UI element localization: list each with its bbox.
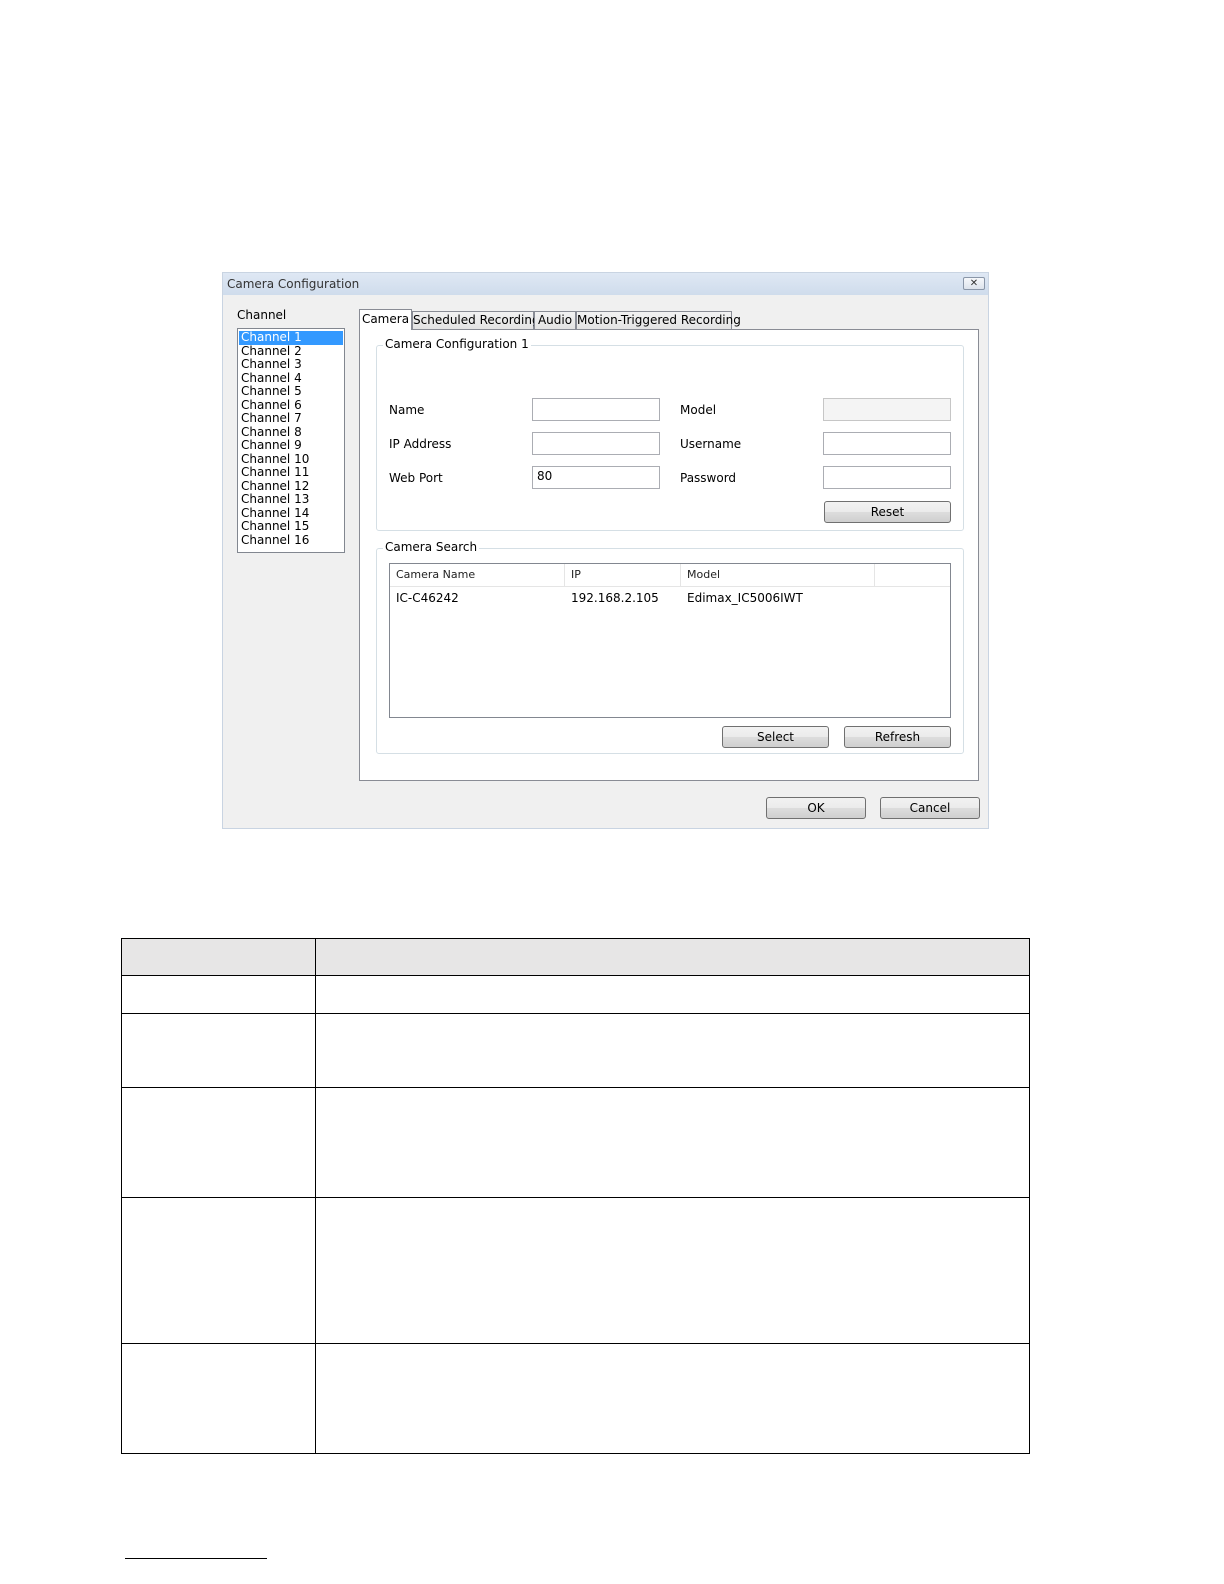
channel-item[interactable]: Channel 13	[239, 492, 343, 507]
channel-item[interactable]: Channel 12	[239, 479, 343, 494]
channel-list[interactable]: Channel 1 Channel 2 Channel 3 Channel 4 …	[237, 328, 345, 553]
list-header: Camera Name IP Model	[390, 564, 950, 587]
tab-motion-triggered-recording[interactable]: Motion-Triggered Recording	[576, 311, 741, 329]
close-button[interactable]: ✕	[963, 277, 985, 290]
camera-configuration-dialog: Camera Configuration ✕ Channel Channel 1…	[222, 272, 989, 829]
ip-address-field[interactable]	[532, 432, 660, 455]
channel-item[interactable]: Channel 10	[239, 452, 343, 467]
table-row	[122, 1198, 1029, 1344]
channel-item[interactable]: Channel 16	[239, 533, 343, 548]
channel-item[interactable]: Channel 8	[239, 425, 343, 440]
table-row	[122, 976, 1029, 1014]
name-label: Name	[389, 403, 425, 417]
camera-search-list[interactable]: Camera Name IP Model IC-C46242 192.168.2…	[389, 563, 951, 718]
channel-item[interactable]: Channel 6	[239, 398, 343, 413]
dialog-title: Camera Configuration	[227, 277, 360, 291]
camera-tab-panel: Camera Configuration 1 Name IP Address W…	[359, 329, 979, 781]
tab-scheduled-recording[interactable]: Scheduled Recording	[412, 311, 540, 329]
web-port-label: Web Port	[389, 471, 443, 485]
cell-model: Edimax_IC5006IWT	[687, 591, 803, 605]
table-row	[122, 1088, 1029, 1198]
close-icon: ✕	[969, 278, 979, 289]
group-title: Camera Search	[383, 540, 480, 554]
web-port-field[interactable]: 80	[532, 466, 660, 489]
channel-item[interactable]: Channel 14	[239, 506, 343, 521]
column-header-blank[interactable]	[875, 564, 950, 586]
channel-item[interactable]: Channel 1	[239, 330, 343, 345]
tab-audio[interactable]: Audio	[534, 311, 576, 329]
column-header-ip[interactable]: IP	[565, 564, 681, 586]
channel-item[interactable]: Channel 7	[239, 411, 343, 426]
channel-item[interactable]: Channel 11	[239, 465, 343, 480]
footnote-separator	[125, 1558, 267, 1559]
column-header-camera-name[interactable]: Camera Name	[390, 564, 565, 586]
table-row	[122, 1014, 1029, 1088]
ok-button[interactable]: OK	[766, 797, 866, 819]
title-bar[interactable]: Camera Configuration ✕	[223, 273, 988, 295]
username-field[interactable]	[823, 432, 951, 455]
description-table	[121, 938, 1030, 1454]
channel-item[interactable]: Channel 5	[239, 384, 343, 399]
ip-address-label: IP Address	[389, 437, 452, 451]
model-field	[823, 398, 951, 421]
channel-item[interactable]: Channel 15	[239, 519, 343, 534]
channel-item[interactable]: Channel 3	[239, 357, 343, 372]
cell-ip: 192.168.2.105	[571, 591, 659, 605]
model-label: Model	[680, 403, 717, 417]
column-header-model[interactable]: Model	[681, 564, 875, 586]
password-field[interactable]	[823, 466, 951, 489]
name-field[interactable]	[532, 398, 660, 421]
camera-configuration-group: Camera Configuration 1 Name IP Address W…	[376, 337, 964, 531]
cancel-button[interactable]: Cancel	[880, 797, 980, 819]
channel-item[interactable]: Channel 9	[239, 438, 343, 453]
table-column-divider	[315, 939, 316, 1453]
table-header-row	[122, 939, 1029, 976]
channel-item[interactable]: Channel 4	[239, 371, 343, 386]
reset-button[interactable]: Reset	[824, 501, 951, 523]
select-button[interactable]: Select	[722, 726, 829, 748]
camera-search-group: Camera Search Camera Name IP Model IC-C4…	[376, 540, 964, 754]
channel-item[interactable]: Channel 2	[239, 344, 343, 359]
channel-label: Channel	[237, 308, 287, 322]
tab-camera[interactable]: Camera	[359, 309, 412, 330]
username-label: Username	[680, 437, 742, 451]
password-label: Password	[680, 471, 737, 485]
cell-camera-name: IC-C46242	[396, 591, 459, 605]
group-title: Camera Configuration 1	[383, 337, 531, 351]
refresh-button[interactable]: Refresh	[844, 726, 951, 748]
